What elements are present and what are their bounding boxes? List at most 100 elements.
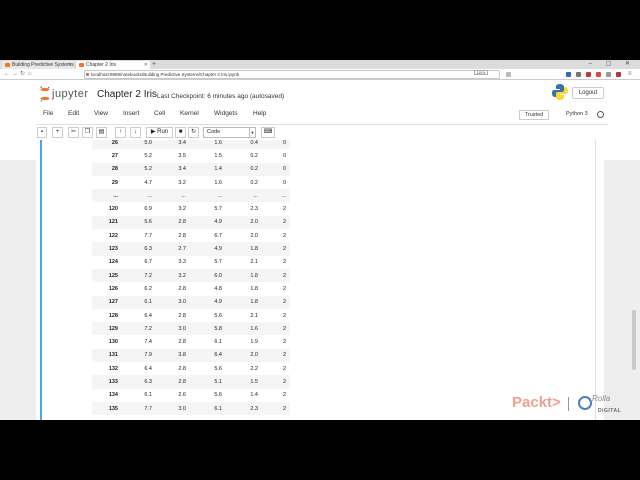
table-cell: 5.6 (126, 215, 156, 230)
extension-icon[interactable] (606, 72, 611, 77)
table-cell: 5.6 (214, 312, 222, 319)
table-cell: 6.3 (126, 375, 156, 389)
move-down-icon[interactable]: ↓ (130, 127, 141, 138)
home-icon[interactable]: ⌂ (28, 70, 32, 79)
menu-file[interactable]: File (43, 110, 53, 117)
reload-icon[interactable]: ↻ (20, 70, 25, 79)
table-cell: 6.7 (144, 259, 152, 266)
play-icon: ▶ (150, 129, 156, 135)
jupyter-logo-icon[interactable] (40, 86, 50, 102)
table-cell: 2.0 (228, 215, 264, 230)
table-row: 29 4.7 3.2 1.6 0.2 0 (92, 176, 290, 189)
save-icon[interactable]: ▪ (37, 127, 47, 138)
new-tab-button[interactable]: + (152, 60, 156, 69)
table-row: 128 6.4 2.8 5.6 2.1 2 (92, 309, 290, 322)
close-tab-icon[interactable]: ✕ (68, 61, 72, 69)
extension-download-icon[interactable] (566, 72, 571, 77)
table-cell: 7.2 (126, 268, 156, 283)
table-cell: 6.1 (192, 401, 228, 416)
table-cell: 1.6 (214, 179, 222, 186)
jupyter-logo-text[interactable]: jupyter (52, 88, 89, 100)
table-cell: 2.6 (178, 392, 186, 399)
table-row: 27 5.2 3.5 1.5 0.2 0 (92, 149, 290, 162)
table-cell: 4.9 (192, 215, 228, 230)
table-cell: 2.8 (156, 375, 192, 389)
row-index: 29 (111, 179, 118, 186)
table-cell: 2 (282, 339, 286, 346)
extension-icon[interactable] (586, 72, 591, 77)
menu-cell[interactable]: Cell (154, 110, 165, 117)
table-cell: 1.9 (250, 339, 258, 346)
table-cell: 2 (282, 232, 286, 239)
table-cell: 6.9 (144, 206, 152, 213)
table-cell: ... (156, 189, 192, 203)
browser-menu-icon[interactable]: ≡ (628, 70, 632, 79)
run-button[interactable]: ▶ Run (146, 127, 173, 138)
address-bar[interactable]: localhost:8888/notebooks/Building Predic… (84, 70, 500, 79)
extension-icon[interactable] (616, 72, 621, 77)
menu-view[interactable]: View (94, 110, 108, 117)
table-row: 120 6.9 3.2 5.7 2.3 2 (92, 202, 290, 215)
zoom-level-badge[interactable]: 110% (474, 70, 488, 75)
row-index: 133 (92, 375, 126, 389)
logout-button[interactable]: Logout (572, 87, 604, 99)
table-cell: 7.9 (126, 348, 156, 363)
window-controls[interactable]: – ▢ ✕ (589, 60, 636, 69)
back-arrow-icon[interactable]: ← (4, 70, 10, 79)
table-cell: 2.8 (178, 339, 186, 346)
star-icon[interactable] (506, 72, 511, 77)
restart-kernel-icon[interactable]: ↻ (188, 127, 199, 138)
close-tab-icon[interactable]: ✕ (144, 61, 148, 69)
cell-type-select[interactable]: Code ▼ (203, 127, 256, 138)
table-cell: 5.1 (192, 375, 228, 389)
keyboard-icon[interactable]: ⌨ (261, 127, 275, 138)
menu-insert[interactable]: Insert (123, 110, 139, 117)
table-cell: 1.8 (228, 242, 264, 256)
table-cell: 3.0 (156, 295, 192, 309)
row-index: 126 (108, 285, 118, 292)
table-cell: 2.3 (228, 401, 264, 416)
extension-icon[interactable] (576, 72, 581, 77)
row-index: 132 (108, 365, 118, 372)
menu-kernel[interactable]: Kernel (180, 110, 199, 117)
table-cell: 2 (282, 285, 286, 292)
table-cell: 0 (282, 152, 286, 159)
row-index: 135 (92, 401, 126, 416)
table-cell: 1.6 (228, 322, 264, 336)
table-cell: 2 (264, 242, 290, 256)
menu-edit[interactable]: Edit (68, 110, 79, 117)
row-index: 27 (111, 152, 118, 159)
insert-cell-below-icon[interactable]: + (52, 127, 63, 138)
table-cell: 1.5 (214, 152, 222, 159)
interrupt-kernel-icon[interactable]: ■ (175, 127, 186, 138)
copy-icon[interactable]: ❐ (82, 127, 93, 138)
cut-icon[interactable]: ✂ (68, 127, 79, 138)
table-cell: 3.8 (156, 348, 192, 363)
table-cell: 2.0 (250, 232, 258, 239)
row-index: ... (92, 189, 126, 203)
browser-tab-building-predictive-systems[interactable]: Building Predictive Systems ✕ (2, 61, 74, 69)
table-cell: 2.1 (250, 312, 258, 319)
table-cell: 6.7 (214, 232, 222, 239)
move-up-icon[interactable]: ↑ (115, 127, 126, 138)
table-cell: 2.2 (250, 365, 258, 372)
trusted-indicator[interactable]: Trusted (519, 110, 549, 120)
selected-cell-indicator (40, 140, 42, 420)
forward-arrow-icon[interactable]: → (12, 70, 18, 79)
table-row: 124 6.7 3.3 5.7 2.1 2 (92, 256, 290, 269)
paste-icon[interactable]: ▤ (96, 127, 107, 138)
menu-widgets[interactable]: Widgets (214, 110, 237, 117)
notebook-name[interactable]: Chapter 2 Iris (97, 89, 157, 100)
menu-help[interactable]: Help (253, 110, 266, 117)
table-cell: 1.8 (228, 268, 264, 283)
table-cell: 0.2 (250, 179, 258, 186)
extension-icon[interactable] (596, 72, 601, 77)
table-cell: 1.4 (250, 392, 258, 399)
dataframe-body: 26 5.0 3.4 1.6 0.4 0 27 5.2 3.5 1.5 0.2 0 28 5.2 3.4 1.… (92, 140, 290, 416)
table-row: 132 6.4 2.8 5.6 2.2 2 (92, 362, 290, 375)
table-cell: 2 (282, 365, 286, 372)
table-row: 127 6.1 3.0 4.9 1.8 2 (92, 295, 290, 309)
page-scrollbar[interactable] (632, 310, 636, 370)
row-index: 131 (92, 348, 126, 363)
browser-tab-chapter-2-iris[interactable]: Chapter 2 Iris ✕ (76, 61, 150, 69)
